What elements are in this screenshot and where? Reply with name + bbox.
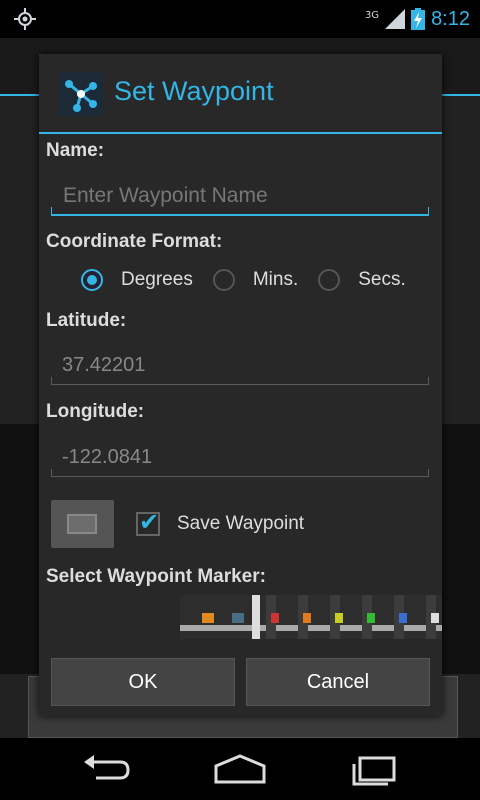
- dialog-title: Set Waypoint: [114, 76, 274, 106]
- system-navigation-bar: [0, 738, 480, 800]
- radio-secs[interactable]: Secs.: [318, 269, 418, 291]
- marker-yellow-icon[interactable]: [335, 613, 343, 623]
- latitude-value: 37.42201: [62, 354, 146, 376]
- set-waypoint-dialog: Set Waypoint Name: Coordinate Format: De…: [39, 54, 442, 716]
- radio-label: Mins.: [252, 269, 299, 290]
- latitude-field[interactable]: 37.42201: [51, 348, 429, 385]
- marker-red-icon[interactable]: [271, 613, 279, 623]
- home-icon[interactable]: [210, 752, 270, 786]
- cancel-button[interactable]: Cancel: [246, 658, 430, 706]
- save-waypoint-label: Save Waypoint: [177, 513, 305, 534]
- ok-button[interactable]: OK: [51, 658, 235, 706]
- marker-blue-icon[interactable]: [399, 613, 407, 623]
- marker-label: Select Waypoint Marker:: [46, 566, 266, 587]
- radio-button-icon[interactable]: [212, 269, 235, 291]
- status-bar: 3G 8:12: [0, 0, 480, 38]
- radio-mins[interactable]: Mins.: [212, 269, 310, 291]
- location-crosshair-icon: [14, 8, 36, 30]
- longitude-label: Longitude:: [46, 401, 145, 422]
- marker-image-button[interactable]: [51, 500, 114, 548]
- marker-orange-icon[interactable]: [202, 613, 214, 623]
- longitude-field[interactable]: -122.0841: [51, 440, 429, 477]
- field-edge: [428, 469, 429, 476]
- waypoint-name-input[interactable]: [61, 178, 425, 214]
- field-edge: [428, 377, 429, 384]
- latitude-label: Latitude:: [46, 310, 127, 331]
- field-edge: [428, 207, 429, 214]
- network-type: 3G: [364, 9, 380, 21]
- longitude-value: -122.0841: [62, 446, 153, 468]
- radio-button-icon[interactable]: [81, 269, 103, 291]
- marker-white-icon[interactable]: [431, 613, 439, 623]
- coordinate-format-radio-group: Degrees Mins. Secs.: [81, 265, 426, 295]
- signal-icon: [385, 9, 406, 29]
- field-edge: [51, 377, 52, 384]
- waypoint-marker-selector[interactable]: [180, 595, 442, 639]
- save-waypoint-checkbox[interactable]: ✔: [136, 508, 160, 536]
- name-label: Name:: [46, 140, 105, 161]
- radio-label: Degrees: [121, 269, 193, 290]
- radio-degrees[interactable]: Degrees: [81, 269, 205, 291]
- radio-label: Secs.: [358, 269, 406, 290]
- battery-charging-icon: [411, 8, 426, 30]
- recent-apps-icon[interactable]: [344, 752, 404, 786]
- marker-green-icon[interactable]: [367, 613, 375, 623]
- map-picture-icon: [67, 514, 97, 534]
- marker-orange-flag-icon[interactable]: [303, 613, 311, 623]
- field-edge: [51, 469, 52, 476]
- clock: 8:12: [431, 7, 470, 30]
- waypoint-name-field[interactable]: [51, 178, 429, 216]
- marker-selection-indicator: [252, 595, 260, 639]
- checkmark-icon: ✔: [139, 508, 160, 536]
- radio-button-icon[interactable]: [318, 269, 341, 291]
- back-icon[interactable]: [76, 752, 136, 786]
- app-logo-icon: [59, 72, 103, 116]
- marker-app-icon[interactable]: [232, 613, 244, 623]
- field-edge: [51, 207, 52, 214]
- dialog-title-bar: Set Waypoint: [39, 54, 442, 134]
- coordinate-format-label: Coordinate Format:: [46, 231, 223, 252]
